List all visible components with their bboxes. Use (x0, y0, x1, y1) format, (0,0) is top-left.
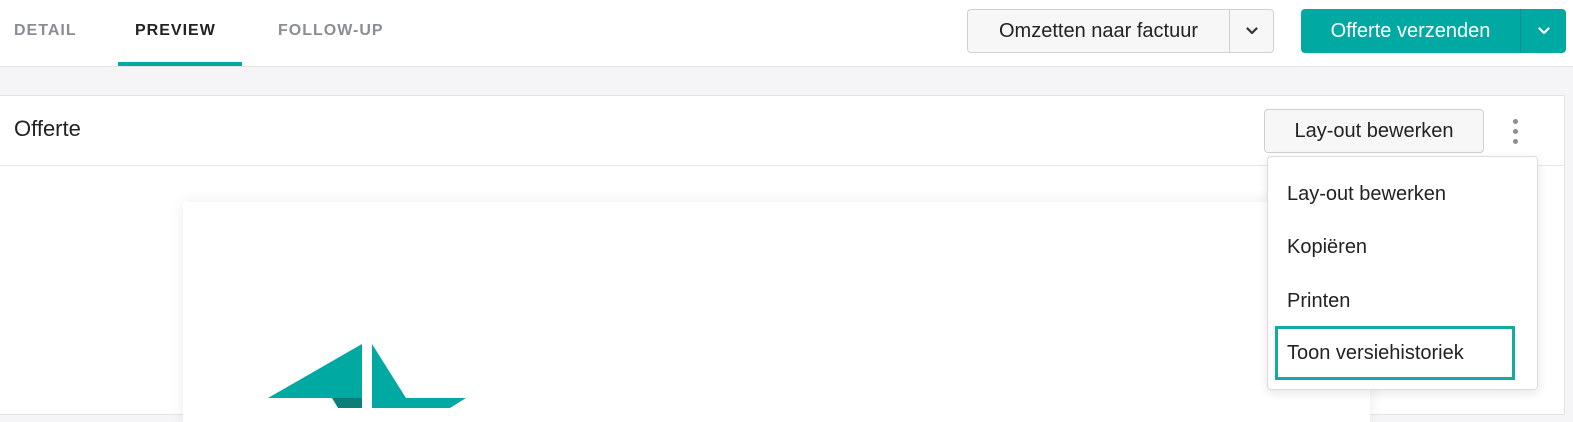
chevron-down-icon (1537, 27, 1550, 35)
menu-item-print[interactable]: Printen (1268, 274, 1537, 328)
convert-to-invoice-button[interactable]: Omzetten naar factuur (968, 10, 1230, 52)
edit-layout-button[interactable]: Lay-out bewerken (1264, 109, 1484, 153)
panel-title: Offerte (14, 116, 81, 141)
company-logo (268, 344, 466, 408)
menu-item-edit-layout[interactable]: Lay-out bewerken (1268, 167, 1537, 221)
active-tab-indicator (118, 62, 242, 66)
kebab-menu-icon[interactable] (1500, 110, 1530, 152)
send-quote-button[interactable]: Offerte verzenden (1301, 9, 1521, 53)
tab-detail[interactable]: DETAIL (14, 0, 77, 66)
tab-follow-up[interactable]: FOLLOW-UP (278, 0, 384, 66)
chevron-down-icon (1245, 27, 1258, 35)
tab-preview[interactable]: PREVIEW (135, 0, 216, 66)
send-options-dropdown-button[interactable] (1521, 9, 1566, 53)
top-navigation: DETAIL PREVIEW FOLLOW-UP Omzetten naar f… (0, 0, 1573, 67)
convert-options-dropdown-button[interactable] (1230, 10, 1273, 52)
convert-to-invoice-button-group: Omzetten naar factuur (967, 9, 1274, 53)
send-quote-button-group: Offerte verzenden (1301, 9, 1566, 53)
more-actions-menu: Lay-out bewerken Kopiëren Printen Toon v… (1267, 156, 1538, 390)
menu-item-version-history[interactable]: Toon versiehistoriek (1275, 326, 1515, 380)
menu-item-copy[interactable]: Kopiëren (1268, 220, 1537, 274)
